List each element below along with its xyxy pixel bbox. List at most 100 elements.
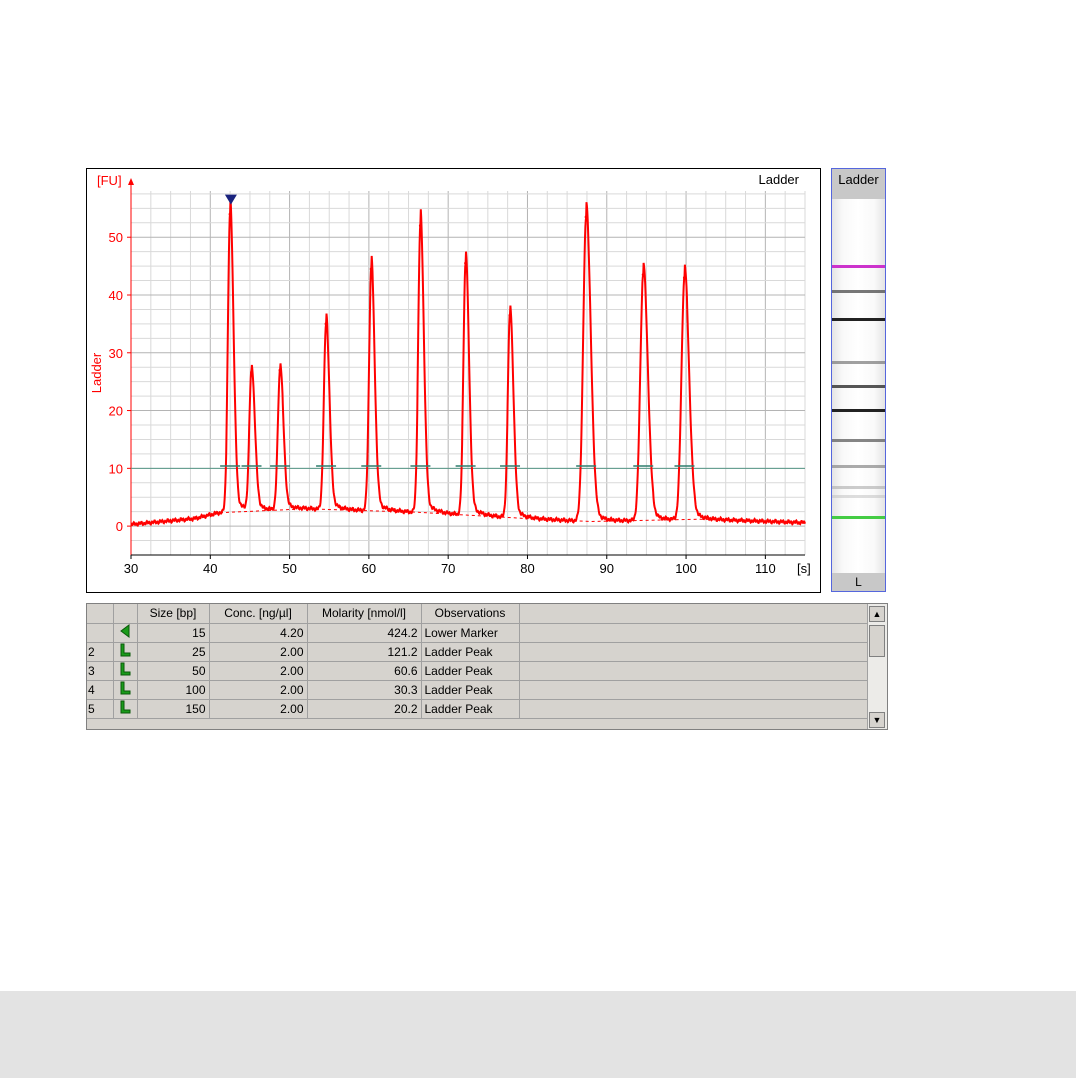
gel-footer: L	[832, 573, 885, 591]
molarity-cell: 20.2	[307, 699, 422, 719]
molarity-column-header[interactable]: Molarity [nmol/l]	[307, 604, 422, 624]
y-tick-label: 50	[109, 230, 123, 245]
x-tick-label: 100	[675, 561, 697, 576]
molarity-cell: 60.6	[307, 661, 422, 681]
conc-column-header[interactable]: Conc. [ng/µl]	[209, 604, 308, 624]
size-column-header[interactable]: Size [bp]	[137, 604, 210, 624]
conc-cell: 4.20	[209, 623, 308, 643]
observation-cell: Ladder Peak	[421, 680, 520, 700]
table-scrollbar[interactable]: ▲ ▼	[867, 604, 887, 729]
y-unit-label: [FU]	[97, 173, 122, 188]
results-table-body: 15 4.20 424.2 Lower Marker 2 25 2.00 121.2 Ladde…	[87, 623, 868, 719]
table-row[interactable]: 3 50 2.00 60.6 Ladder Peak	[87, 661, 868, 681]
gel-band	[832, 485, 885, 489]
filler-cell	[519, 661, 868, 681]
x-tick-label: 110	[755, 561, 776, 576]
electropherogram-panel: 30 40 50 60 70 80 90 100 110 0 10 20 30 40 50 [FU] Ladde…	[86, 168, 821, 593]
x-tick-label: 90	[600, 561, 614, 576]
ladder-peak-icon	[113, 680, 138, 700]
peak-point	[508, 313, 512, 317]
results-table-panel: Size [bp] Conc. [ng/µl] Molarity [nmol/l…	[86, 603, 888, 730]
gel-header: Ladder	[832, 169, 885, 199]
gel-band	[832, 317, 885, 321]
scroll-thumb[interactable]	[869, 625, 885, 657]
peak-point	[250, 371, 254, 375]
observation-cell: Ladder Peak	[421, 642, 520, 662]
electropherogram-chart: 30 40 50 60 70 80 90 100 110 0 10 20 30 40 50 [FU] Ladde…	[89, 172, 811, 576]
size-cell: 100	[137, 680, 210, 700]
x-axis-label: [s]	[797, 561, 811, 576]
ladder-peak-icon	[113, 661, 138, 681]
gel-band	[832, 385, 885, 388]
conc-cell: 2.00	[209, 680, 308, 700]
scroll-down-button[interactable]: ▼	[869, 712, 885, 728]
conc-cell: 2.00	[209, 661, 308, 681]
size-cell: 50	[137, 661, 210, 681]
ladder-peak-glyph	[120, 681, 131, 695]
x-tick-label: 70	[441, 561, 455, 576]
peak-point	[324, 322, 328, 326]
row-index: 4	[87, 680, 114, 700]
conc-cell: 2.00	[209, 642, 308, 662]
size-cell: 150	[137, 699, 210, 719]
gel-band	[832, 495, 885, 499]
gel-footer-label: L	[855, 575, 862, 589]
scroll-up-button[interactable]: ▲	[869, 606, 885, 622]
peak-point	[682, 276, 686, 280]
molarity-cell: 121.2	[307, 642, 422, 662]
row-index-header	[87, 604, 114, 624]
x-tick-label: 80	[520, 561, 534, 576]
table-header-row: Size [bp] Conc. [ng/µl] Molarity [nmol/l…	[87, 604, 868, 624]
ladder-peak-glyph	[120, 662, 131, 676]
y-axis-label: Ladder	[89, 352, 104, 393]
peak-point	[641, 273, 645, 277]
peak-point	[584, 215, 588, 219]
gel-band	[832, 265, 885, 269]
ladder-peak-icon	[113, 642, 138, 662]
y-tick-label: 10	[109, 461, 123, 476]
molarity-cell: 424.2	[307, 623, 422, 643]
table-row[interactable]: 15 4.20 424.2 Lower Marker	[87, 623, 868, 643]
size-cell: 15	[137, 623, 210, 643]
gel-lane	[832, 199, 885, 573]
molarity-cell: 30.3	[307, 680, 422, 700]
scroll-up-icon: ▲	[872, 609, 882, 619]
gel-band	[832, 465, 885, 469]
gel-image-panel[interactable]: Ladder L	[831, 168, 886, 592]
results-table: Size [bp] Conc. [ng/µl] Molarity [nmol/l…	[87, 604, 868, 719]
table-row[interactable]: 4 100 2.00 30.3 Ladder Peak	[87, 680, 868, 700]
observation-cell: Lower Marker	[421, 623, 520, 643]
peak-point	[278, 368, 282, 372]
y-tick-label: 20	[109, 404, 123, 419]
filler-cell	[519, 680, 868, 700]
row-index	[87, 623, 114, 643]
x-tick-label: 50	[282, 561, 296, 576]
x-tick-label: 30	[124, 561, 138, 576]
filler-cell	[519, 699, 868, 719]
icon-column-header	[113, 604, 138, 624]
y-tick-label: 0	[116, 519, 123, 534]
gel-band	[832, 409, 885, 413]
filler-cell	[519, 642, 868, 662]
filler-cell	[519, 623, 868, 643]
lower-marker-icon	[113, 623, 138, 643]
x-tick-label: 60	[362, 561, 376, 576]
y-axis-arrow-icon	[128, 178, 134, 185]
filler-column-header	[519, 604, 868, 624]
table-row[interactable]: 5 150 2.00 20.2 Ladder Peak	[87, 699, 868, 719]
table-row[interactable]: 2 25 2.00 121.2 Ladder Peak	[87, 642, 868, 662]
ladder-peak-icon	[113, 699, 138, 719]
gel-band	[832, 289, 885, 293]
observations-column-header[interactable]: Observations	[421, 604, 520, 624]
row-index: 5	[87, 699, 114, 719]
peak-point	[369, 267, 373, 271]
chart-title: Ladder	[759, 172, 800, 187]
scroll-down-icon: ▼	[872, 715, 882, 725]
x-tick-label: 40	[203, 561, 217, 576]
gel-header-label: Ladder	[838, 172, 879, 187]
peak-point	[418, 224, 422, 228]
gel-band	[832, 515, 885, 519]
gel-band	[832, 360, 885, 364]
gel-band	[832, 439, 885, 443]
observation-cell: Ladder Peak	[421, 699, 520, 719]
